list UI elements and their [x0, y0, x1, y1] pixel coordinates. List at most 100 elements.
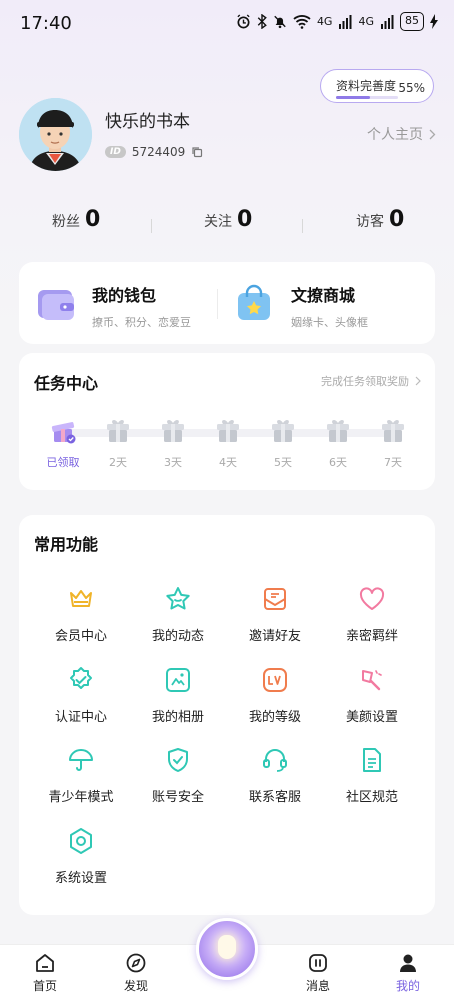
- task-center-card: 任务中心 完成任务领取奖励 已领取 2天 3天 4天 5天 6天 7天: [19, 353, 435, 490]
- level-icon: [261, 666, 289, 694]
- function-item-label: 会员中心: [54, 629, 107, 644]
- tab-home-label: 首页: [32, 979, 57, 993]
- tab-mine[interactable]: 我的: [378, 945, 438, 1001]
- chevron-right-icon: [415, 376, 421, 386]
- status-bar: 17:40 4G 4G 85: [0, 0, 454, 46]
- gift-box-icon: [323, 415, 353, 449]
- center-orb-button[interactable]: [196, 918, 258, 980]
- alarm-icon: [237, 14, 250, 29]
- gift-box-icon: [158, 415, 188, 449]
- gift-box-icon: [268, 415, 298, 449]
- function-item-label: 我的等级: [248, 710, 301, 725]
- task-reward-link[interactable]: 完成任务领取奖励: [321, 373, 421, 389]
- wallet-subtitle: 撩币、积分、恋爱豆: [92, 316, 191, 329]
- function-item[interactable]: 我的动态: [128, 585, 228, 655]
- battery-indicator: 85: [400, 12, 424, 31]
- completeness-label: 资料完善度: [336, 79, 397, 93]
- compass-icon: [126, 953, 146, 973]
- tab-discover[interactable]: 发现: [106, 945, 166, 1001]
- wallet-title: 我的钱包: [92, 286, 157, 305]
- umbrella-icon: [67, 746, 95, 774]
- completeness-progress-fill: [336, 96, 371, 99]
- task-day-label: 7天: [384, 456, 402, 469]
- function-item-label: 亲密羁绊: [345, 629, 398, 644]
- wallet-entry[interactable]: 我的钱包 撩币、积分、恋爱豆: [19, 262, 217, 344]
- network-label-1: 4G: [316, 15, 333, 28]
- function-item-label: 认证中心: [54, 710, 107, 725]
- function-item[interactable]: 我的等级: [225, 666, 325, 736]
- user-icon: [400, 954, 416, 972]
- function-item[interactable]: 账号安全: [128, 746, 228, 816]
- stat-following-value: 0: [237, 207, 253, 232]
- wifi-icon: [293, 15, 311, 29]
- task-day-label: 4天: [219, 456, 237, 469]
- completeness-progress-track: [336, 96, 398, 99]
- gift-box-icon: [103, 415, 133, 449]
- message-icon: [309, 954, 327, 972]
- gift-box-icon: [378, 415, 408, 449]
- personal-homepage-link[interactable]: 个人主页: [367, 124, 436, 144]
- stat-fans-value: 0: [85, 207, 101, 232]
- status-time: 17:40: [20, 13, 72, 34]
- function-item-label: 青少年模式: [48, 790, 114, 805]
- avatar-portrait: [19, 98, 92, 171]
- username: 快乐的书本: [105, 112, 190, 132]
- stats-row: 粉丝 0 关注 0 访客 0: [0, 207, 454, 247]
- task-center-title: 任务中心: [34, 374, 99, 393]
- heart-icon: [358, 585, 386, 613]
- common-functions-card: 常用功能 会员中心 我的动态 邀请好友 亲密羁绊认证中心 我的相册 我的等级 美颜设置青少年…: [19, 515, 435, 915]
- shield-icon: [164, 746, 192, 774]
- star-icon: [164, 585, 192, 613]
- tab-messages[interactable]: 消息: [288, 945, 348, 1001]
- function-item[interactable]: 系统设置: [31, 827, 131, 897]
- stat-visitors[interactable]: 访客 0: [356, 207, 404, 232]
- wallet-card: 我的钱包 撩币、积分、恋爱豆 文撩商城 姻缘卡、头像框: [19, 262, 435, 344]
- profile-completeness-pill[interactable]: 资料完善度 55%: [320, 69, 434, 103]
- home-icon: [36, 954, 54, 972]
- common-functions-title: 常用功能: [34, 535, 99, 554]
- copy-icon[interactable]: [191, 146, 203, 158]
- stat-following[interactable]: 关注 0: [204, 207, 252, 232]
- function-item[interactable]: 认证中心: [31, 666, 131, 736]
- mall-entry[interactable]: 文撩商城 姻缘卡、头像框: [218, 262, 435, 344]
- tab-home[interactable]: 首页: [15, 945, 75, 1001]
- function-item[interactable]: 我的相册: [128, 666, 228, 736]
- function-item-label: 我的动态: [151, 629, 204, 644]
- function-item-label: 邀请好友: [248, 629, 301, 644]
- function-item[interactable]: 会员中心: [31, 585, 131, 655]
- network-label-2: 4G: [358, 15, 374, 28]
- mall-subtitle: 姻缘卡、头像框: [291, 316, 368, 329]
- function-item[interactable]: 亲密羁绊: [322, 585, 422, 655]
- gift-open-icon: [48, 415, 78, 449]
- function-item[interactable]: 联系客服: [225, 746, 325, 816]
- function-item-label: 社区规范: [345, 790, 398, 805]
- function-item-label: 我的相册: [151, 710, 204, 725]
- album-icon: [164, 666, 192, 694]
- envelope-icon: [261, 585, 289, 613]
- stat-divider: [151, 219, 152, 233]
- tab-mine-label: 我的: [395, 979, 420, 993]
- stat-fans[interactable]: 粉丝 0: [52, 207, 100, 232]
- shopping-bag-icon: [238, 284, 270, 320]
- function-item[interactable]: 青少年模式: [31, 746, 131, 816]
- function-item-label: 美颜设置: [345, 710, 398, 725]
- function-item[interactable]: 美颜设置: [322, 666, 422, 736]
- task-reward-link-label: 完成任务领取奖励: [321, 375, 409, 388]
- id-badge: ID: [105, 146, 126, 158]
- verified-badge-icon: [67, 666, 95, 694]
- status-icons: 4G 4G 85: [236, 12, 438, 31]
- stat-visitors-label: 访客: [356, 214, 384, 230]
- function-item[interactable]: 社区规范: [322, 746, 422, 816]
- task-day-label: 5天: [274, 456, 292, 469]
- avatar[interactable]: [19, 98, 92, 171]
- stat-following-label: 关注: [204, 214, 232, 230]
- function-item[interactable]: 邀请好友: [225, 585, 325, 655]
- user-id-value: 5724409: [131, 145, 186, 159]
- user-id-row: ID 5724409: [105, 145, 203, 159]
- charging-icon: [430, 14, 438, 29]
- stat-visitors-value: 0: [389, 207, 405, 232]
- beauty-brush-icon: [358, 666, 386, 694]
- crown-icon: [67, 585, 95, 613]
- tab-messages-label: 消息: [305, 979, 330, 993]
- completeness-percent: 55%: [398, 81, 425, 95]
